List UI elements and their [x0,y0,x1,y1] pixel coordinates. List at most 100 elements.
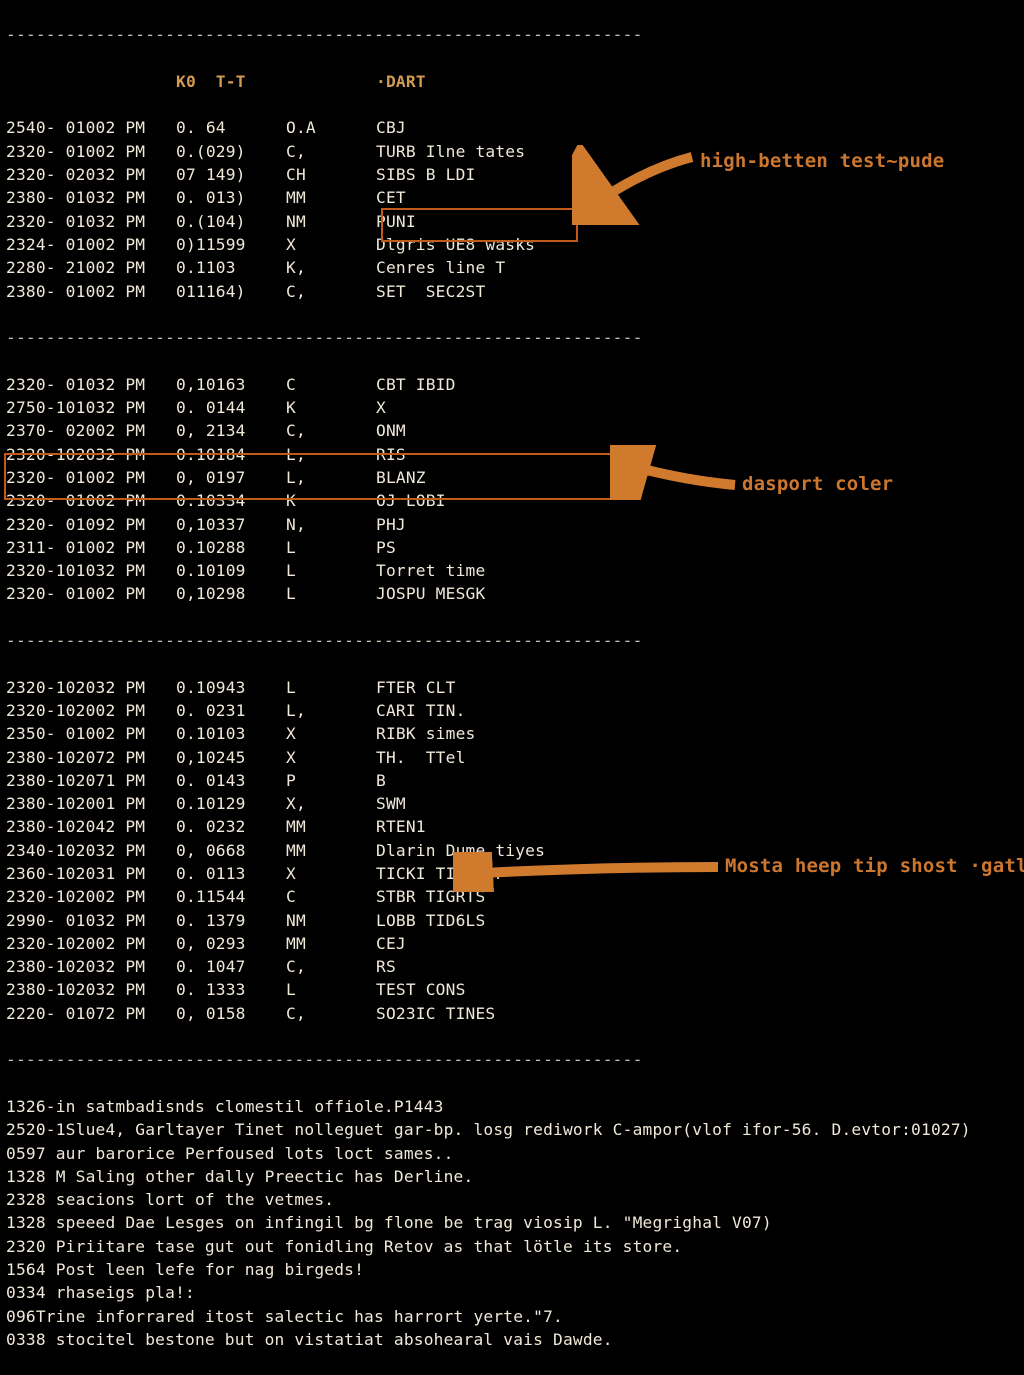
cell-desc: SET SEC2ST [376,280,485,303]
cell-desc: RS [376,955,396,978]
cell-t: MM [286,186,376,209]
log-line: 2520-1Slue4, Garltayer Tinet nolleguet g… [6,1118,1024,1141]
table-row: 2750-101032 PM0. 0144KX [6,396,1024,419]
log-line: 096Trine inforrared itost salectic has h… [6,1305,1024,1328]
cell-k: 0, 0197 [176,466,286,489]
cell-date: 2380-102032 PM [6,978,176,1001]
cell-desc: CBT IBID [376,373,456,396]
table-row: 2311- 01002 PM0.10288LPS [6,536,1024,559]
log-line: 1564 Post leen lefe for nag birgeds! [6,1258,1024,1281]
cell-t: X, [286,792,376,815]
table-row: 2320-101032 PM0.10109LTorret time [6,559,1024,582]
cell-k: 0. 0231 [176,699,286,722]
cell-date: 2340-102032 PM [6,839,176,862]
log-line: 0334 rhaseigs pla!: [6,1281,1024,1304]
cell-desc: Cenres line T [376,256,505,279]
cell-date: 2380-102072 PM [6,746,176,769]
cell-date: 2380- 01002 PM [6,280,176,303]
cell-k: 0, 0158 [176,1002,286,1025]
cell-t: C, [286,419,376,442]
cell-k: 0. 1333 [176,978,286,1001]
cell-t: L [286,582,376,605]
cell-k: 0.10184 [176,443,286,466]
annotation-label: Mosta heep tip shost ·gatled [725,855,1024,877]
cell-desc: Dlarin Dume tiyes [376,839,545,862]
table-row: 2380- 01032 PM0. 013)MMCET [6,186,1024,209]
cell-t: C [286,885,376,908]
table-row: 2320-102032 PM0.10943LFTER CLT [6,676,1024,699]
cell-t: X [286,862,376,885]
cell-t: CH [286,163,376,186]
annotation-label: high-betten test~pude [700,150,944,172]
cell-desc: RTEN1 [376,815,426,838]
cell-date: 2370- 02002 PM [6,419,176,442]
log-line: 0597 aur barorice Perfoused lots loct sa… [6,1142,1024,1165]
cell-k: 0, 2134 [176,419,286,442]
cell-k: 0.10943 [176,676,286,699]
log-line: 1328 speeed Dae Lesges on infingil bg fl… [6,1211,1024,1234]
cell-t: L, [286,699,376,722]
cell-t: X [286,746,376,769]
cell-date: 2990- 01032 PM [6,909,176,932]
cell-desc: B [376,769,386,792]
cell-desc: SIBS B LDI [376,163,475,186]
cell-date: 2320-102002 PM [6,885,176,908]
table-row: 2324- 01002 PM0)11599XDlgris UE8 wasks [6,233,1024,256]
cell-t: C, [286,280,376,303]
cell-date: 2380-102042 PM [6,815,176,838]
table-row: 2320- 01032 PM0.(104)NMPUNI [6,210,1024,233]
table-row: 2380- 01002 PM011164)C,SET SEC2ST [6,280,1024,303]
cell-date: 2380-102071 PM [6,769,176,792]
cell-desc: LOBB TID6LS [376,909,485,932]
cell-t: N, [286,513,376,536]
table-row: 2280- 21002 PM0.1103K,Cenres line T [6,256,1024,279]
cell-desc: CEJ [376,932,406,955]
cell-desc: TICKI TIlme F [376,862,505,885]
cell-k: 0. 013) [176,186,286,209]
table-row: 2380-102042 PM0. 0232MMRTEN1 [6,815,1024,838]
cell-k: 0.1103 [176,256,286,279]
cell-desc: PHJ [376,513,406,536]
cell-desc: CARI TIN. [376,699,466,722]
column-header-row: K0 T-T·DART [6,70,1024,93]
cell-date: 2320- 01032 PM [6,373,176,396]
cell-t: MM [286,932,376,955]
cell-k: 0.(029) [176,140,286,163]
table-row: 2320-102002 PM0. 0231L,CARI TIN. [6,699,1024,722]
cell-t: O.A [286,116,376,139]
cell-k: 0,10298 [176,582,286,605]
cell-date: 2380- 01032 PM [6,186,176,209]
table-row: 2320- 01032 PM0,10163CCBT IBID [6,373,1024,396]
cell-date: 2320- 02032 PM [6,163,176,186]
table-row: 2990- 01032 PM0. 1379NMLOBB TID6LS [6,909,1024,932]
table-row: 2220- 01072 PM0, 0158C,SO23IC TINES [6,1002,1024,1025]
header-k: K0 T-T [176,70,286,93]
cell-date: 2320-102002 PM [6,932,176,955]
cell-k: 0. 0113 [176,862,286,885]
table-row: 2350- 01002 PM0.10103XRIBK simes [6,722,1024,745]
cell-k: 0.10288 [176,536,286,559]
cell-t: L [286,978,376,1001]
cell-desc: STBR TIGRTS [376,885,485,908]
cell-date: 2320- 01002 PM [6,140,176,163]
cell-t: C, [286,140,376,163]
divider: ----------------------------------------… [6,629,1024,652]
cell-t: P [286,769,376,792]
cell-desc: TURB Ilne tates [376,140,525,163]
cell-date: 2320- 01092 PM [6,513,176,536]
cell-t: X [286,722,376,745]
cell-k: 0. 1047 [176,955,286,978]
table-row: 2380-102032 PM0. 1047C,RS [6,955,1024,978]
cell-k: 0,10245 [176,746,286,769]
cell-k: 0. 1379 [176,909,286,932]
cell-k: 0,10337 [176,513,286,536]
table-row: 2320-102032 PM0.10184L,RIS [6,443,1024,466]
cell-desc: FTER CLT [376,676,456,699]
cell-t: C, [286,1002,376,1025]
cell-date: 2320- 01032 PM [6,210,176,233]
cell-k: 07 149) [176,163,286,186]
cell-desc: ONM [376,419,406,442]
cell-date: 2320- 01002 PM [6,489,176,512]
cell-k: 0,10163 [176,373,286,396]
table-row: 2380-102071 PM0. 0143PB [6,769,1024,792]
